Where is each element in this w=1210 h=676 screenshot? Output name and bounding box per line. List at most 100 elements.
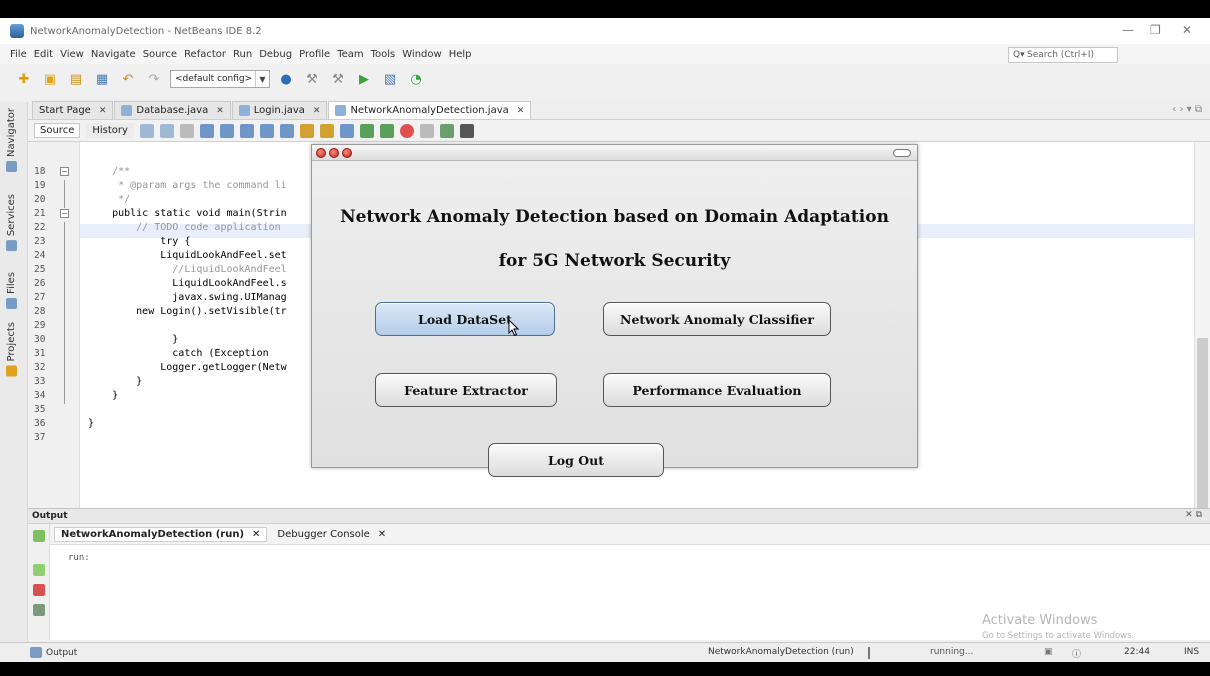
close-icon[interactable]: ✕	[252, 529, 260, 540]
menu-run[interactable]: Run	[233, 49, 252, 60]
tab-run-output[interactable]: NetworkAnomalyDetection (run) ✕	[54, 526, 268, 542]
log-out-button[interactable]: Log Out	[488, 443, 664, 477]
close-icon[interactable]: ✕	[517, 106, 525, 116]
toggle-bookmark-icon[interactable]	[339, 123, 354, 138]
stop-icon[interactable]	[33, 584, 45, 596]
menu-file[interactable]: File	[10, 49, 27, 60]
redo-icon[interactable]: ↷	[144, 69, 164, 89]
menu-profile[interactable]: Profile	[299, 49, 330, 60]
tab-network-anomaly-detection-java[interactable]: NetworkAnomalyDetection.java ✕	[328, 101, 532, 119]
scrollbar-thumb[interactable]	[1197, 338, 1208, 508]
sidebar-tab-files[interactable]: Files	[6, 272, 17, 309]
tab-database-java[interactable]: Database.java ✕	[114, 101, 231, 119]
close-icon[interactable]: ✕	[216, 106, 224, 116]
globe-icon[interactable]: ●	[276, 69, 296, 89]
line-number: 27	[34, 292, 46, 303]
comment-icon[interactable]	[439, 123, 454, 138]
fold-toggle-icon[interactable]: −	[60, 167, 69, 176]
search-placeholder: Search (Ctrl+I)	[1027, 50, 1095, 60]
debug-icon[interactable]: ▧	[380, 69, 400, 89]
stop-macro-icon[interactable]	[419, 123, 434, 138]
minimize-button[interactable]: —	[1122, 23, 1134, 37]
menu-edit[interactable]: Edit	[34, 49, 53, 60]
maximize-button[interactable]: ❐	[1150, 23, 1161, 37]
uncomment-icon[interactable]	[459, 123, 474, 138]
new-file-icon[interactable]: ✚	[14, 69, 34, 89]
close-icon[interactable]: ✕	[313, 106, 321, 116]
menu-window[interactable]: Window	[402, 49, 441, 60]
progress-cancel-icon[interactable]: ▣	[1044, 647, 1053, 657]
line-number: 28	[34, 306, 46, 317]
line-number: 21	[34, 208, 46, 219]
tab-start-page[interactable]: Start Page ✕	[32, 101, 114, 119]
config-select[interactable]: <default config> ▼	[170, 70, 270, 88]
feature-extractor-button[interactable]: Feature Extractor	[375, 373, 557, 407]
output-panel-controls[interactable]: ✕ ⧉	[1185, 510, 1202, 520]
run-icon[interactable]: ▶	[354, 69, 374, 89]
network-anomaly-classifier-button[interactable]: Network Anomaly Classifier	[603, 302, 831, 336]
toggle-selection-icon[interactable]	[279, 123, 294, 138]
last-edit-icon[interactable]	[139, 123, 154, 138]
menu-tools[interactable]: Tools	[371, 49, 396, 60]
tab-login-java[interactable]: Login.java ✕	[231, 101, 328, 119]
previous-bookmark-icon[interactable]	[299, 123, 314, 138]
code-line: * @param args the command li	[88, 180, 287, 191]
dialog-toggle-button[interactable]	[893, 149, 911, 157]
menu-source[interactable]: Source	[143, 49, 177, 60]
mouse-cursor-icon	[508, 319, 520, 337]
menu-refactor[interactable]: Refactor	[184, 49, 226, 60]
line-number-gutter: 18 19 20 21 22 23 24 25 26 27 28 29 30 31 32 33 34 35 36 37…	[28, 142, 80, 510]
line-number: 23	[34, 236, 46, 247]
line-number: 32	[34, 362, 46, 373]
line-number: 24	[34, 250, 46, 261]
open-project-icon[interactable]: ▤	[66, 69, 86, 89]
save-all-icon[interactable]: ▦	[92, 69, 112, 89]
load-dataset-button[interactable]: Load DataSet	[375, 302, 555, 336]
undo-icon[interactable]: ↶	[118, 69, 138, 89]
tab-source[interactable]: Source	[34, 123, 81, 138]
dialog-maximize-button[interactable]	[342, 148, 352, 158]
back-icon[interactable]	[159, 123, 174, 138]
notification-icon[interactable]: ⓘ	[1072, 647, 1081, 660]
profile-icon[interactable]: ◔	[406, 69, 426, 89]
tab-nav-arrows[interactable]: ‹ › ▾ ⧉	[1172, 104, 1202, 115]
rerun-with-params-icon[interactable]	[33, 564, 45, 576]
start-macro-icon[interactable]	[399, 123, 414, 138]
shift-left-icon[interactable]	[359, 123, 374, 138]
performance-evaluation-button[interactable]: Performance Evaluation	[603, 373, 831, 407]
close-icon[interactable]: ✕	[99, 106, 107, 116]
tab-history[interactable]: History	[86, 123, 134, 138]
find-previous-icon[interactable]	[219, 123, 234, 138]
sidebar-tab-services[interactable]: Services	[6, 194, 17, 252]
code-line: }	[88, 334, 179, 345]
find-next-icon[interactable]	[239, 123, 254, 138]
editor-scrollbar[interactable]	[1194, 142, 1210, 510]
clean-build-icon[interactable]: ⚒	[328, 69, 348, 89]
netbeans-icon	[10, 24, 24, 38]
forward-icon[interactable]	[179, 123, 194, 138]
rerun-icon[interactable]	[33, 530, 45, 542]
sidebar-tab-projects[interactable]: Projects	[6, 322, 17, 377]
new-project-icon[interactable]: ▣	[40, 69, 60, 89]
fold-toggle-icon[interactable]: −	[60, 209, 69, 218]
tab-debugger-console[interactable]: Debugger Console ✕	[271, 528, 392, 541]
menu-help[interactable]: Help	[449, 49, 472, 60]
menu-view[interactable]: View	[60, 49, 84, 60]
close-icon[interactable]: ✕	[378, 529, 386, 540]
toolbar: ✚ ▣ ▤ ▦ ↶ ↷ <default config> ▼ ● ⚒ ⚒ ▶ ▧…	[0, 64, 1210, 94]
search-input[interactable]: Q▾ Search (Ctrl+I)	[1008, 47, 1118, 63]
settings-icon[interactable]	[33, 604, 45, 616]
close-button[interactable]: ✕	[1182, 23, 1192, 37]
find-icon[interactable]	[199, 123, 214, 138]
dialog-close-button[interactable]	[316, 148, 326, 158]
sidebar-tab-navigator[interactable]: Navigator	[6, 108, 17, 172]
hammer-icon[interactable]: ⚒	[302, 69, 322, 89]
next-bookmark-icon[interactable]	[319, 123, 334, 138]
dialog-minimize-button[interactable]	[329, 148, 339, 158]
menu-debug[interactable]: Debug	[259, 49, 292, 60]
status-output-toggle[interactable]: Output	[30, 647, 77, 658]
toggle-highlight-icon[interactable]	[259, 123, 274, 138]
menu-team[interactable]: Team	[337, 49, 363, 60]
menu-navigate[interactable]: Navigate	[91, 49, 136, 60]
shift-right-icon[interactable]	[379, 123, 394, 138]
